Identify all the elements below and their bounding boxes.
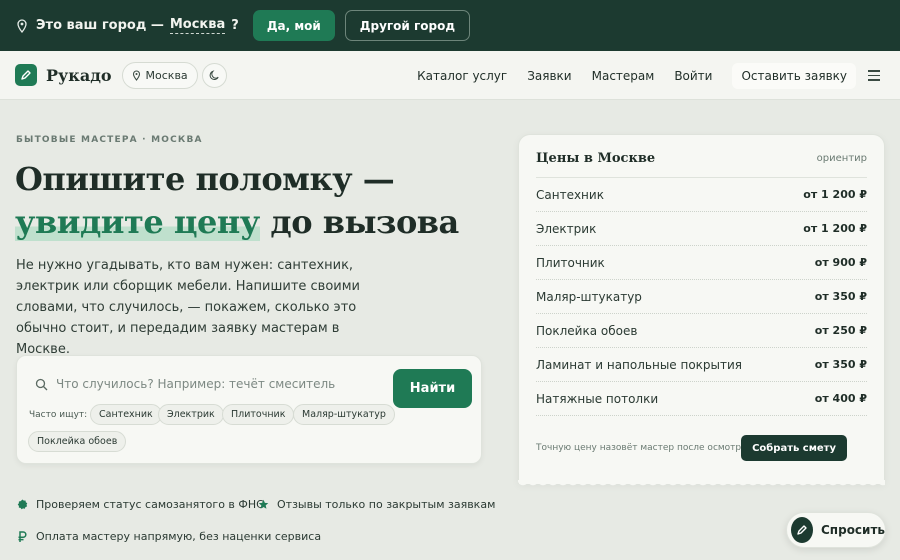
receipt-edge: [518, 480, 885, 490]
ask-button[interactable]: Спросить: [786, 512, 886, 548]
city-confirm-bar: Это ваш город — Москва ? Да, мой Другой …: [0, 0, 900, 51]
search-card: Найти Часто ищут: Сантехник Электрик Пли…: [16, 355, 482, 464]
feature-text: Отзывы только по закрытым заявкам: [277, 498, 496, 511]
ask-button-label: Спросить: [821, 523, 885, 537]
hero-title-rest: до вызова: [259, 203, 459, 241]
price-service: Ламинат и напольные покрытия: [536, 357, 743, 372]
city-selector[interactable]: Москва: [121, 61, 198, 89]
hero-title-line1: Опишите поломку —: [15, 160, 395, 198]
menu-icon[interactable]: [868, 70, 880, 81]
city-question-mark: ?: [231, 18, 239, 33]
confirm-city-button[interactable]: Да, мой: [252, 10, 335, 41]
chip-wallpaper[interactable]: Поклейка обоев: [28, 431, 127, 452]
price-row[interactable]: Сантехник от 1 200 ₽: [536, 178, 867, 212]
brand-name[interactable]: Рукадо: [46, 66, 112, 85]
search-input[interactable]: [56, 377, 386, 391]
price-row[interactable]: Ламинат и напольные покрытия от 350 ₽: [536, 348, 867, 382]
verified-badge-icon: [16, 499, 28, 511]
price-value: от 350 ₽: [814, 358, 867, 371]
price-row[interactable]: Плиточник от 900 ₽: [536, 246, 867, 280]
price-value: от 250 ₽: [814, 324, 867, 337]
price-value: от 350 ₽: [814, 290, 867, 303]
search-icon: [35, 378, 48, 390]
prices-hint: ориентир: [816, 153, 867, 164]
nav-link-requests[interactable]: Заявки: [527, 69, 571, 83]
price-value: от 400 ₽: [814, 392, 867, 405]
feature-item: Проверяем статус самозанятого в ФНС: [16, 498, 264, 511]
hero-eyebrow: БЫТОВЫЕ МАСТЕРА · МОСКВА: [16, 135, 203, 145]
price-row[interactable]: Электрик от 1 200 ₽: [536, 212, 867, 246]
price-value: от 1 200 ₽: [803, 188, 867, 201]
search-button[interactable]: Найти: [393, 369, 472, 408]
nav-link-login[interactable]: Войти: [674, 69, 712, 83]
pencil-icon: [791, 517, 813, 543]
chip-electrician[interactable]: Электрик: [158, 404, 224, 425]
chip-plasterer[interactable]: Маляр-штукатур: [293, 404, 395, 425]
hero-title: Опишите поломку — увидите цену до вызова: [15, 158, 459, 244]
star-icon: [257, 499, 269, 511]
theme-toggle[interactable]: [201, 62, 227, 88]
city-question: Это ваш город —: [36, 18, 164, 33]
price-service: Натяжные потолки: [536, 391, 659, 406]
feature-item: Оплата мастеру напрямую, без наценки сер…: [16, 530, 321, 543]
nav-link-masters[interactable]: Мастерам: [592, 69, 655, 83]
prices-title: Цены в Москве: [536, 151, 656, 166]
hero-lead: Не нужно угадывать, кто вам нужен: санте…: [16, 258, 360, 357]
feature-text: Проверяем статус самозанятого в ФНС: [36, 498, 264, 511]
prices-card: Цены в Москве ориентир Сантехник от 1 20…: [518, 134, 885, 484]
location-pin-icon: [132, 69, 140, 81]
moon-icon: [209, 69, 219, 80]
other-city-button[interactable]: Другой город: [344, 10, 471, 41]
price-value: от 1 200 ₽: [803, 222, 867, 235]
price-service: Поклейка обоев: [536, 323, 638, 338]
top-nav: Рукадо Москва Каталог услуг Заявки Масте…: [0, 51, 900, 100]
ruble-icon: [16, 530, 28, 543]
price-service: Сантехник: [536, 187, 604, 202]
build-estimate-button[interactable]: Собрать смету: [741, 435, 847, 461]
price-value: от 900 ₽: [814, 256, 867, 269]
price-service: Маляр-штукатур: [536, 289, 642, 304]
city-name: Москва: [169, 17, 226, 34]
price-row[interactable]: Поклейка обоев от 250 ₽: [536, 314, 867, 348]
prices-note: Точную цену назовёт мастер после осмотра: [536, 443, 747, 453]
feature-item: Отзывы только по закрытым заявкам: [257, 498, 495, 511]
logo-icon[interactable]: [15, 64, 37, 86]
location-pin-icon: [17, 18, 27, 33]
price-service: Плиточник: [536, 255, 605, 270]
city-selector-label: Москва: [145, 68, 188, 82]
hero-title-highlight: увидите цену: [15, 203, 260, 241]
nav-link-catalog[interactable]: Каталог услуг: [417, 69, 507, 83]
leave-request-button[interactable]: Оставить заявку: [732, 62, 856, 89]
price-row[interactable]: Маляр-штукатур от 350 ₽: [536, 280, 867, 314]
chip-tiler[interactable]: Плиточник: [222, 404, 295, 425]
chip-plumber[interactable]: Сантехник: [90, 404, 162, 425]
price-service: Электрик: [536, 221, 597, 236]
feature-text: Оплата мастеру напрямую, без наценки сер…: [36, 530, 322, 543]
popular-label: Часто ищут:: [29, 410, 88, 420]
price-row[interactable]: Натяжные потолки от 400 ₽: [536, 382, 867, 416]
